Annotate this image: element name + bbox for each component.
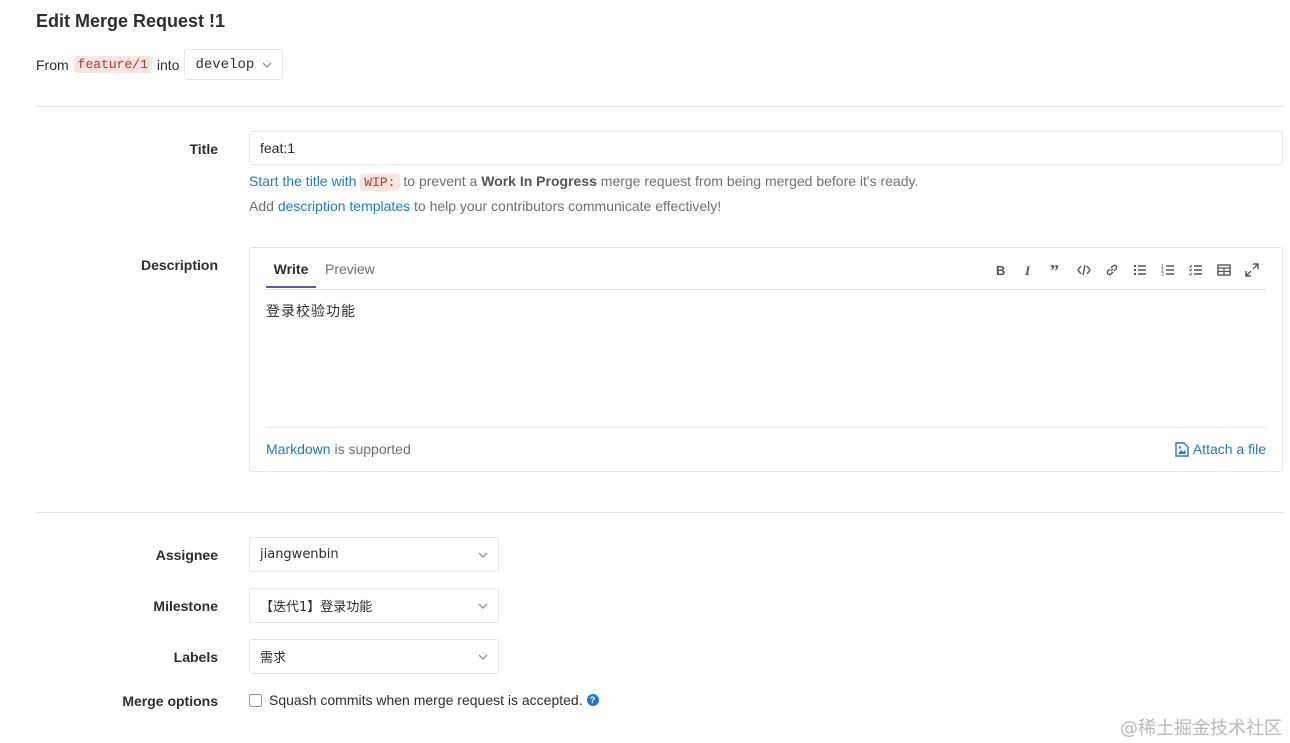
title-input[interactable] — [249, 131, 1283, 165]
target-branch-value: develop — [195, 56, 255, 73]
target-branch-dropdown[interactable]: develop — [184, 49, 284, 80]
templates-hint: Add description templates to help your c… — [249, 198, 721, 214]
labels-dropdown[interactable]: 需求 — [249, 639, 499, 674]
code-icon[interactable] — [1070, 261, 1098, 279]
attach-file-button[interactable]: Attach a file — [1175, 441, 1266, 457]
labels-value: 需求 — [260, 651, 287, 666]
svg-text:”: ” — [1050, 263, 1059, 277]
assignee-label: Assignee — [155, 547, 218, 563]
tab-write[interactable]: Write — [266, 248, 316, 288]
file-image-icon — [1175, 441, 1189, 457]
italic-icon[interactable]: I — [1014, 261, 1042, 279]
labels-label: Labels — [173, 649, 218, 665]
into-label: into — [156, 56, 180, 73]
markdown-toolbar: B I ” 123 — [986, 261, 1266, 279]
milestone-label: Milestone — [153, 598, 218, 614]
milestone-dropdown[interactable]: 【迭代1】登录功能 — [249, 588, 499, 623]
markdown-suffix: is supported — [334, 441, 411, 457]
svg-text:I: I — [1024, 263, 1031, 277]
bold-icon[interactable]: B — [986, 261, 1014, 279]
wip-hint: Start the title with WIP: to prevent a W… — [249, 173, 919, 191]
wip-code: WIP: — [360, 174, 400, 191]
assignee-dropdown[interactable]: jiangwenbin — [249, 537, 499, 572]
chevron-down-icon — [478, 602, 488, 609]
description-templates-link[interactable]: description templates — [278, 198, 410, 214]
editor-footer: Markdown is supported Attach a file — [266, 427, 1266, 471]
quote-icon[interactable]: ” — [1042, 261, 1070, 279]
question-circle-icon[interactable]: ? — [586, 694, 599, 706]
description-label: Description — [140, 257, 218, 273]
table-icon[interactable] — [1210, 261, 1238, 279]
chevron-down-icon — [478, 551, 488, 558]
link-icon[interactable] — [1098, 261, 1126, 279]
branch-info: From feature/1 into develop — [36, 48, 284, 81]
fullscreen-icon[interactable] — [1238, 261, 1266, 279]
markdown-hint: Markdown is supported — [266, 441, 411, 457]
bullet-list-icon[interactable] — [1126, 261, 1154, 279]
tab-preview[interactable]: Preview — [325, 248, 375, 288]
templates-post: to help your contributors communicate ef… — [414, 198, 722, 214]
description-editor: Write Preview B I ” 123 登录校验功能 Markdown … — [249, 247, 1283, 472]
assignee-value: jiangwenbin — [260, 547, 339, 562]
editor-header: Write Preview B I ” 123 — [266, 248, 1266, 290]
watermark: @稀土掘金技术社区 — [1120, 718, 1282, 739]
numbered-list-icon[interactable]: 123 — [1154, 261, 1182, 279]
description-textarea[interactable]: 登录校验功能 — [266, 301, 356, 321]
wip-hint-link[interactable]: Start the title with — [249, 173, 356, 189]
chevron-down-icon — [478, 653, 488, 660]
wip-hint-bold: Work In Progress — [481, 173, 597, 189]
templates-pre: Add — [249, 198, 274, 214]
squash-text: Squash commits when merge request is acc… — [269, 692, 583, 708]
squash-checkbox[interactable] — [249, 693, 262, 707]
markdown-link[interactable]: Markdown — [266, 441, 331, 457]
title-label: Title — [189, 141, 218, 157]
wip-hint-mid: to prevent a — [403, 173, 478, 189]
wip-hint-end: merge request from being merged before i… — [600, 173, 919, 189]
task-list-icon[interactable] — [1182, 261, 1210, 279]
squash-option: Squash commits when merge request is acc… — [249, 692, 599, 708]
divider — [36, 106, 1284, 107]
svg-text:B: B — [996, 263, 1005, 277]
svg-text:3: 3 — [1161, 272, 1164, 277]
source-branch: feature/1 — [73, 56, 152, 73]
attach-file-label: Attach a file — [1192, 441, 1266, 457]
divider — [36, 512, 1284, 513]
chevron-down-icon — [262, 61, 272, 68]
milestone-value: 【迭代1】登录功能 — [260, 600, 373, 615]
from-label: From — [36, 56, 69, 73]
merge-options-label: Merge options — [122, 693, 218, 709]
page-title: Edit Merge Request !1 — [36, 11, 226, 31]
